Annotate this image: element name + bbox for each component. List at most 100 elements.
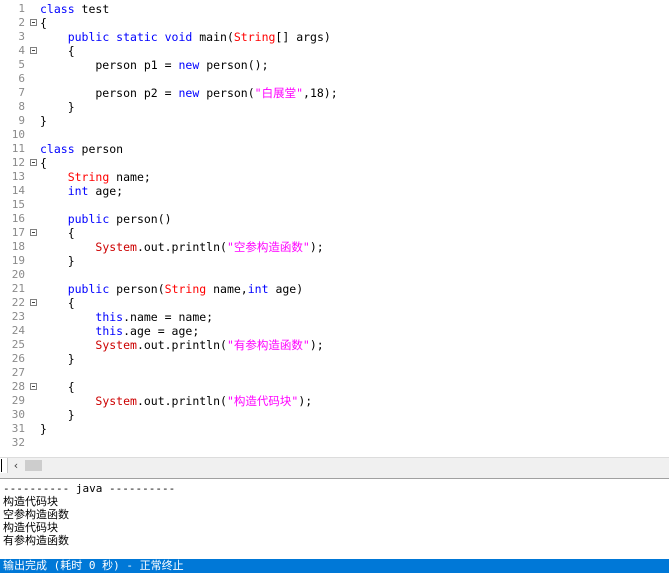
line-number: 19 <box>11 254 25 267</box>
gutter-line: 23 <box>0 310 39 324</box>
code-line: class test <box>40 2 669 16</box>
code-token: test <box>74 2 110 16</box>
line-number: 30 <box>11 408 25 421</box>
horizontal-scrollbar[interactable]: ‹ <box>0 457 669 474</box>
code-token: person( <box>109 282 165 296</box>
code-token: "构造代码块" <box>226 394 299 408</box>
line-number: 24 <box>11 324 25 337</box>
code-token: ); <box>309 338 324 352</box>
fold-collapse-icon[interactable] <box>30 159 37 166</box>
code-line: { <box>40 16 669 30</box>
code-token: name; <box>109 170 151 184</box>
line-number: 22 <box>11 296 25 309</box>
gutter-line: 13 <box>0 170 39 184</box>
code-line: } <box>40 352 669 366</box>
line-number: 5 <box>18 58 25 71</box>
line-number: 10 <box>11 128 25 141</box>
code-line: public person(String name,int age) <box>40 282 669 296</box>
code-token: } <box>40 422 47 436</box>
fold-collapse-icon[interactable] <box>30 19 37 26</box>
line-number: 27 <box>11 366 25 379</box>
code-token: ,18); <box>303 86 338 100</box>
output-status-bar: 输出完成 (耗时 0 秒) - 正常终止 <box>0 559 669 573</box>
gutter-line: 9 <box>0 114 39 128</box>
gutter-line: 11 <box>0 142 39 156</box>
scrollbar-thumb[interactable] <box>25 460 42 471</box>
code-token: } <box>40 100 75 114</box>
gutter-line: 8 <box>0 100 39 114</box>
gutter-line: 18 <box>0 240 39 254</box>
gutter-line: 26 <box>0 352 39 366</box>
output-line: 构造代码块 <box>3 521 58 534</box>
code-line: { <box>40 44 669 58</box>
code-token: public <box>67 282 110 296</box>
code-area[interactable]: class test{ public static void main(Stri… <box>40 2 669 450</box>
gutter-line: 32 <box>0 436 39 450</box>
line-number: 20 <box>11 268 25 281</box>
code-token: class <box>40 142 75 156</box>
line-number: 2 <box>18 16 25 29</box>
gutter-line: 16 <box>0 212 39 226</box>
code-token: int <box>247 282 269 296</box>
code-token: class <box>40 2 75 16</box>
line-number: 26 <box>11 352 25 365</box>
gutter-line: 24 <box>0 324 39 338</box>
code-token: .name = name; <box>123 310 214 324</box>
code-token: } <box>40 114 47 128</box>
code-token: .out.println( <box>136 394 227 408</box>
code-token: main( <box>192 30 234 44</box>
scroll-left-arrow-icon[interactable]: ‹ <box>8 458 24 473</box>
line-number: 25 <box>11 338 25 351</box>
gutter-line: 27 <box>0 366 39 380</box>
gutter-line: 21 <box>0 282 39 296</box>
output-line: 构造代码块 <box>3 495 58 508</box>
code-line: class person <box>40 142 669 156</box>
code-line: } <box>40 408 669 422</box>
code-token: System <box>95 394 137 408</box>
code-token: { <box>40 226 75 240</box>
code-editor[interactable]: 1 2 3 4 5 6 7 8 9 10 11 12 13 14 15 16 17 18 19 20 21 22 23 24 2… <box>0 0 669 457</box>
code-token: person p1 = <box>40 58 179 72</box>
line-number: 16 <box>11 212 25 225</box>
line-number: 18 <box>11 240 25 253</box>
code-token: ); <box>298 394 313 408</box>
line-number: 4 <box>18 44 25 57</box>
gutter-line: 7 <box>0 86 39 100</box>
code-token: .out.println( <box>136 338 227 352</box>
line-number: 8 <box>18 100 25 113</box>
code-token: } <box>40 254 75 268</box>
code-token: "有参构造函数" <box>226 338 310 352</box>
code-line: System.out.println("有参构造函数"); <box>40 338 669 352</box>
gutter-line: 28 <box>0 380 39 394</box>
code-token: [] args) <box>275 30 331 44</box>
code-token: .out.println( <box>136 240 227 254</box>
line-number: 15 <box>11 198 25 211</box>
gutter-line: 25 <box>0 338 39 352</box>
code-line: this.age = age; <box>40 324 669 338</box>
code-line: } <box>40 114 669 128</box>
code-token: person(); <box>199 58 269 72</box>
fold-collapse-icon[interactable] <box>30 299 37 306</box>
code-token: String <box>67 170 110 184</box>
code-token: public static void <box>67 30 193 44</box>
fold-collapse-icon[interactable] <box>30 383 37 390</box>
code-token: System <box>95 240 137 254</box>
gutter-line: 20 <box>0 268 39 282</box>
line-number: 12 <box>11 156 25 169</box>
fold-collapse-icon[interactable] <box>30 47 37 54</box>
gutter-line: 31 <box>0 422 39 436</box>
code-token: public <box>67 212 110 226</box>
code-line: public static void main(String[] args) <box>40 30 669 44</box>
line-number: 28 <box>11 380 25 393</box>
line-number: 17 <box>11 226 25 239</box>
gutter-line: 15 <box>0 198 39 212</box>
line-number: 31 <box>11 422 25 435</box>
line-number: 13 <box>11 170 25 183</box>
fold-collapse-icon[interactable] <box>30 229 37 236</box>
